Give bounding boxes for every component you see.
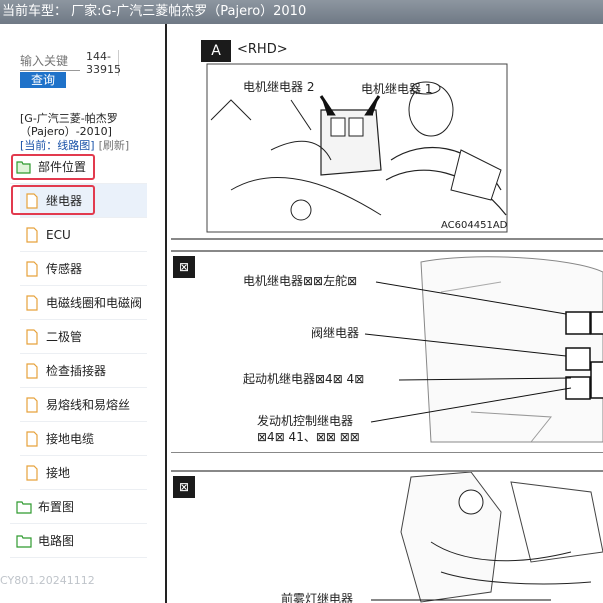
folder-label: 电路图 (38, 534, 75, 548)
title-bar: 当前车型： 厂家:G-广汽三菱帕杰罗（Pajero）2010 (0, 0, 603, 24)
tree-item-ground-cable[interactable]: 接地电缆 (20, 422, 147, 456)
file-icon (26, 362, 38, 379)
folder-circuit[interactable]: 电路图 (10, 524, 147, 558)
label-relay-2: 电机继电器 2 (243, 80, 315, 94)
folder-layout[interactable]: 布置图 (10, 490, 147, 524)
diagram-panel-fog: ⊠ 前雾灯继电器 (171, 470, 603, 603)
label-valve-relay: 阀继电器 (311, 326, 360, 340)
tree-item-check-connector[interactable]: 检查插接器 (20, 354, 147, 388)
file-icon (26, 328, 38, 345)
label-relay-1: 电机继电器 1 (361, 82, 433, 96)
sidebar: 查询 144-33915 [G-广汽三菱-帕杰罗（Pajero）-2010] [… (0, 24, 167, 603)
diagram-panel-relays: ⊠ 电机继电器⊠⊠左舵⊠ 阀继电器 起动机继电器⊠4⊠ 4⊠ 发动机控制继电器 … (171, 250, 603, 453)
diagram-panel-a: A <RHD> 电机继电器 2 电机继电器 1 AC604451AD (171, 40, 603, 240)
label-engine-control-relay: 发动机控制继电器 (257, 414, 354, 428)
part-code: 144-33915 (86, 50, 121, 76)
label-engine-control-relay-sub: ⊠4⊠ 41、⊠⊠ ⊠⊠ (257, 430, 360, 444)
search-input[interactable] (20, 52, 80, 71)
file-icon (26, 226, 38, 243)
engine-bay-drawing (206, 63, 508, 233)
tree-item-ecu[interactable]: ECU (20, 218, 147, 252)
file-icon (26, 260, 38, 277)
highlight-outline (11, 154, 95, 180)
figure-ref: AC604451AD (441, 220, 508, 231)
tree-item-label: 传感器 (46, 262, 83, 276)
label-starter-relay: 起动机继电器⊠4⊠ 4⊠ (243, 372, 365, 386)
tree-item-label: 电磁线圈和电磁阀 (46, 296, 143, 310)
folder-label: 布置图 (38, 500, 75, 514)
tree-item-ground[interactable]: 接地 (20, 456, 147, 490)
vehicle-label: [G-广汽三菱-帕杰罗（Pajero）-2010] (20, 112, 118, 138)
tree-item-label: 二极管 (46, 330, 83, 344)
diagram-viewer[interactable]: A <RHD> 电机继电器 2 电机继电器 1 AC604451AD ⊠ 电机继… (171, 40, 603, 603)
search-button[interactable]: 查询 (20, 72, 66, 88)
version-label: CY801.20241112 (0, 574, 95, 587)
highlight-outline (11, 185, 95, 215)
tree-item-label: ECU (46, 227, 71, 242)
file-icon (26, 464, 38, 481)
tree-item-diode[interactable]: 二极管 (20, 320, 147, 354)
folder-icon (16, 534, 32, 548)
tree-item-label: 易熔线和易熔丝 (46, 398, 131, 412)
label-fog-relay: 前雾灯继电器 (281, 592, 354, 603)
relay-box-drawing (364, 256, 603, 443)
tree-item-solenoid[interactable]: 电磁线圈和电磁阀 (20, 286, 147, 320)
folder-icon (16, 500, 32, 514)
file-icon (26, 430, 38, 447)
fog-lamp-drawing (371, 472, 603, 603)
title-prefix: 当前车型： (2, 4, 68, 19)
title-model: 厂家:G-广汽三菱帕杰罗（Pajero）2010 (71, 4, 307, 19)
file-icon (26, 294, 38, 311)
tree-item-label: 检查插接器 (46, 364, 107, 378)
file-icon (26, 396, 38, 413)
tree-item-label: 接地 (46, 466, 71, 480)
tree-item-fuse[interactable]: 易熔线和易熔丝 (20, 388, 147, 422)
tree-item-label: 接地电缆 (46, 432, 95, 446)
label-motor-relay: 电机继电器⊠⊠左舵⊠ (243, 274, 358, 288)
tree-item-sensor[interactable]: 传感器 (20, 252, 147, 286)
